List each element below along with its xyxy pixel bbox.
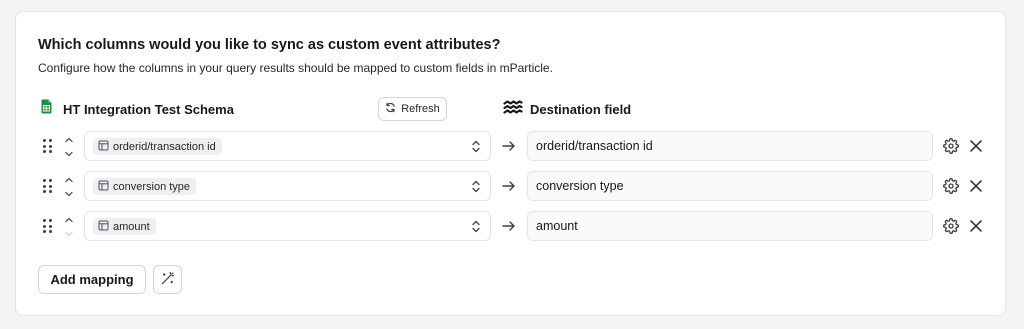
source-column-value: orderid/transaction id	[113, 140, 216, 153]
mapping-row: orderid/transaction id	[16, 131, 1007, 161]
refresh-button[interactable]: Refresh	[378, 97, 447, 121]
source-column-value: conversion type	[113, 180, 191, 193]
column-chip: amount	[93, 218, 156, 235]
move-down-icon[interactable]	[63, 187, 75, 199]
destination-header: Destination field	[503, 99, 632, 119]
column-chip: conversion type	[93, 178, 197, 195]
source-schema-label: HT Integration Test Schema	[63, 101, 234, 117]
source-column-value: amount	[113, 220, 150, 233]
destination-field-label: Destination field	[530, 101, 632, 117]
source-column-select[interactable]: conversion type	[84, 171, 491, 201]
arrow-right-icon	[501, 139, 517, 153]
source-column-select[interactable]: orderid/transaction id	[84, 131, 491, 161]
drag-handle-icon[interactable]	[43, 219, 53, 233]
drag-handle-icon[interactable]	[43, 139, 53, 153]
reorder-controls	[63, 172, 75, 200]
magic-wand-icon	[160, 271, 175, 289]
destination-field-input[interactable]	[527, 171, 933, 201]
close-icon[interactable]	[969, 179, 983, 193]
move-up-icon[interactable]	[63, 133, 75, 145]
move-down-icon[interactable]	[63, 147, 75, 159]
move-up-icon[interactable]	[63, 173, 75, 185]
section-subtitle: Configure how the columns in your query …	[38, 61, 553, 75]
column-icon	[98, 180, 109, 194]
section-title: Which columns would you like to sync as …	[38, 37, 501, 53]
gear-icon[interactable]	[943, 218, 959, 234]
refresh-icon	[385, 102, 396, 116]
arrow-right-icon	[501, 219, 517, 233]
mapping-row: amount	[16, 211, 1007, 241]
destination-field-input[interactable]	[527, 131, 933, 161]
mapping-row: conversion type	[16, 171, 1007, 201]
reorder-controls	[63, 132, 75, 160]
close-icon[interactable]	[969, 219, 983, 233]
chevron-up-down-icon	[471, 219, 481, 234]
drag-handle-icon[interactable]	[43, 179, 53, 193]
move-up-icon[interactable]	[63, 213, 75, 225]
mapping-card: Which columns would you like to sync as …	[15, 11, 1006, 316]
reorder-controls	[63, 212, 75, 240]
source-header: HT Integration Test Schema	[41, 99, 234, 119]
gear-icon[interactable]	[943, 138, 959, 154]
column-chip: orderid/transaction id	[93, 138, 222, 155]
mparticle-logo-icon	[503, 99, 523, 119]
gear-icon[interactable]	[943, 178, 959, 194]
move-down-icon	[63, 227, 75, 239]
chevron-up-down-icon	[471, 179, 481, 194]
column-icon	[98, 220, 109, 234]
chevron-up-down-icon	[471, 139, 481, 154]
add-mapping-button[interactable]: Add mapping	[38, 265, 146, 294]
google-sheets-icon	[41, 99, 52, 119]
destination-field-input[interactable]	[527, 211, 933, 241]
magic-mapping-button[interactable]	[153, 265, 182, 294]
column-icon	[98, 140, 109, 154]
close-icon[interactable]	[969, 139, 983, 153]
arrow-right-icon	[501, 179, 517, 193]
source-column-select[interactable]: amount	[84, 211, 491, 241]
refresh-label: Refresh	[401, 103, 440, 115]
